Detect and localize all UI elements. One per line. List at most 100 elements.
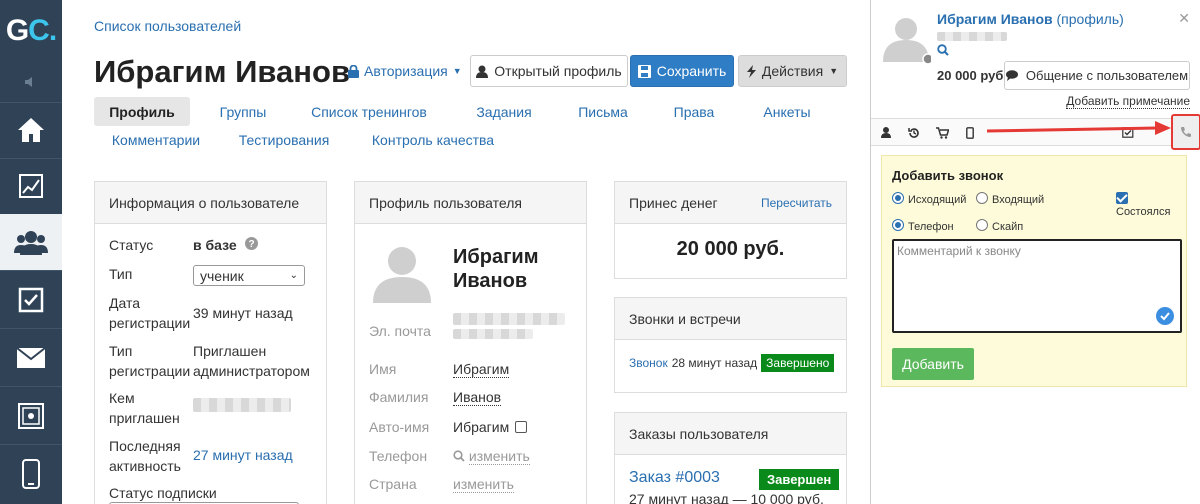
panel-header: Заказы пользователя: [615, 413, 846, 455]
first-name-value[interactable]: Ибрагим: [453, 361, 510, 378]
side-profile-link[interactable]: (профиль): [1057, 11, 1124, 27]
tab-quality-control[interactable]: Контроль качества: [370, 125, 496, 154]
side-user-name: Ибрагим Иванов (профиль): [937, 11, 1124, 27]
panel-header: Информация о пользователе: [95, 182, 326, 224]
radio-skype[interactable]: Скайп: [976, 219, 1023, 233]
type-select[interactable]: ученик ⌄: [193, 265, 305, 286]
left-nav-rail: GC.: [0, 0, 62, 504]
call-link[interactable]: Звонок: [629, 356, 668, 370]
invited-by-redacted: [193, 398, 291, 412]
user-side-panel: Ибрагим Иванов (профиль) ✕ 20 000 руб. О…: [870, 0, 1200, 504]
last-name-label: Фамилия: [369, 389, 429, 405]
tab-letters[interactable]: Письма: [568, 97, 638, 126]
safe-icon[interactable]: [0, 388, 62, 444]
revenue-panel: Принес денег Пересчитать 20 000 руб.: [614, 181, 847, 279]
caret-down-icon: ▼: [452, 66, 462, 76]
radio-phone[interactable]: Телефон: [892, 219, 954, 233]
type-label: Тип: [109, 266, 133, 282]
radio-outgoing[interactable]: Исходящий: [892, 192, 966, 206]
country-label: Страна: [369, 476, 417, 492]
comments-icon: [1005, 70, 1018, 81]
side-amount: 20 000 руб.: [937, 68, 1008, 83]
mail-icon[interactable]: [0, 330, 62, 386]
chat-with-user-button[interactable]: Общение с пользователем: [1004, 61, 1190, 90]
mobile-icon[interactable]: [956, 119, 984, 146]
app-logo[interactable]: GC.: [0, 0, 62, 62]
check-circle-icon: [1156, 307, 1174, 325]
status-badge: Завершено: [761, 354, 835, 372]
auth-dropdown[interactable]: Авторизация ▼: [348, 63, 462, 79]
tab-groups[interactable]: Группы: [198, 97, 288, 126]
phone-edit[interactable]: изменить: [453, 448, 530, 465]
cart-icon[interactable]: [928, 119, 956, 146]
profile-tabs: Профиль Группы Список тренингов Задания …: [94, 97, 854, 157]
tab-profile[interactable]: Профиль: [94, 97, 190, 126]
profile-first-name: Ибрагим: [453, 246, 539, 268]
radio-incoming[interactable]: Входящий: [976, 192, 1044, 206]
avatar: [881, 12, 934, 65]
mobile-icon[interactable]: [0, 446, 62, 502]
order-link[interactable]: Заказ #0003: [629, 469, 720, 487]
panel-header: Принес денег Пересчитать: [615, 182, 846, 224]
recalculate-link[interactable]: Пересчитать: [761, 196, 832, 210]
tab-trainings[interactable]: Список тренингов: [304, 97, 434, 126]
activity-link[interactable]: 27 минут назад: [193, 447, 293, 463]
phone-call-icon[interactable]: [1171, 114, 1200, 150]
revenue-amount: 20 000 руб.: [676, 238, 785, 260]
status-label: Статус: [109, 237, 154, 253]
auto-name-value: Ибрагим: [453, 419, 510, 435]
add-note-link[interactable]: Добавить примечание: [1066, 94, 1190, 109]
users-icon[interactable]: [0, 214, 62, 270]
close-icon[interactable]: ✕: [1178, 10, 1190, 27]
tab-tests[interactable]: Тестирования: [234, 125, 334, 154]
email-label: Эл. почта: [369, 323, 431, 339]
tab-tasks[interactable]: Задания: [464, 97, 544, 126]
regtype-value: Приглашен: [193, 343, 267, 359]
open-profile-button[interactable]: Открытый профиль: [470, 55, 628, 87]
calls-panel: Звонки и встречи Звонок 28 минут назад З…: [614, 297, 847, 393]
save-button[interactable]: Сохранить: [630, 55, 734, 87]
reg-label: Дата: [109, 295, 141, 311]
add-call-form: Добавить звонок Исходящий Входящий Состо…: [881, 155, 1187, 387]
call-comment-textarea[interactable]: Комментарий к звонку: [892, 239, 1182, 333]
user-info-panel: Информация о пользователе Статус в базе …: [94, 181, 327, 504]
regtype-label-2: регистрации: [109, 363, 191, 379]
caret-down-icon: ▼: [829, 66, 839, 76]
add-call-button[interactable]: Добавить: [892, 348, 974, 380]
subscription-label: Статус подписки: [109, 485, 217, 501]
side-name-link[interactable]: Ибрагим Иванов: [937, 11, 1053, 27]
status-value: в базе: [193, 237, 237, 253]
svg-text:?: ?: [248, 239, 254, 250]
breadcrumb[interactable]: Список пользователей: [94, 18, 241, 34]
checkbox-happened[interactable]: Состоялся: [1116, 192, 1186, 218]
chart-icon[interactable]: [0, 158, 62, 214]
tasks-icon[interactable]: [0, 272, 62, 328]
panel-header: Звонки и встречи: [615, 298, 846, 340]
last-name-value[interactable]: Иванов: [453, 389, 502, 406]
help-icon[interactable]: ?: [245, 237, 258, 253]
annotation-arrow: [987, 121, 1171, 135]
tab-comments[interactable]: Комментарии: [106, 125, 206, 154]
home-icon[interactable]: [0, 102, 62, 158]
country-edit[interactable]: изменить: [453, 476, 514, 493]
profile-panel: Профиль пользователя Ибрагим Иванов Эл. …: [354, 181, 587, 504]
auto-name-checkbox[interactable]: [515, 419, 531, 435]
chevron-down-icon: ⌄: [289, 270, 298, 281]
search-icon[interactable]: [937, 44, 949, 59]
bolt-icon: [746, 64, 756, 78]
floppy-icon: [637, 64, 651, 78]
user-icon[interactable]: [872, 119, 900, 146]
sound-icon[interactable]: [0, 62, 62, 102]
order-meta: 27 минут назад — 10 000 руб.: [629, 491, 824, 504]
actions-dropdown-button[interactable]: Действия ▼: [738, 55, 847, 87]
tab-surveys[interactable]: Анкеты: [752, 97, 822, 126]
auto-name-label: Авто-имя: [369, 419, 430, 435]
reg-label-2: регистрации: [109, 315, 191, 331]
call-time: 28 минут назад: [671, 356, 758, 370]
tab-rights[interactable]: Права: [664, 97, 724, 126]
avatar: [369, 237, 435, 303]
email-redacted: [453, 313, 565, 325]
history-icon[interactable]: [900, 119, 928, 146]
panel-header: Профиль пользователя: [355, 182, 586, 224]
invited-label-2: приглашен: [109, 410, 180, 426]
